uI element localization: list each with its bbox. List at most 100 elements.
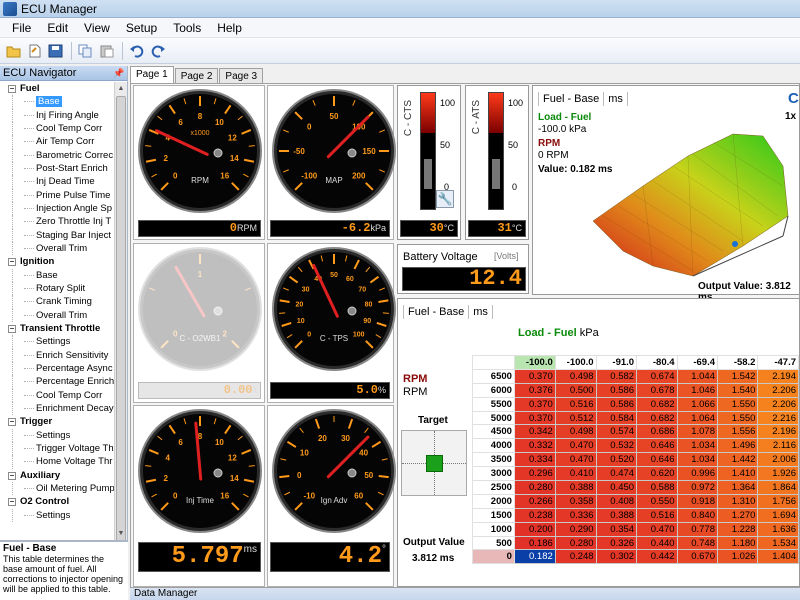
redo-icon[interactable] — [148, 41, 168, 61]
row-header[interactable]: 5500 — [472, 396, 515, 412]
table-cell[interactable]: 1.180 — [716, 535, 759, 551]
wrench-icon[interactable]: 🔧 — [436, 190, 454, 208]
open-folder-icon[interactable] — [4, 41, 24, 61]
table-cell[interactable]: 0.376 — [513, 382, 556, 398]
table-cell[interactable]: 0.440 — [636, 535, 678, 551]
table-cell[interactable]: 0.588 — [636, 480, 678, 495]
row-header[interactable]: 1000 — [472, 521, 515, 537]
fuel-base-table[interactable]: -100.0 -100.0 -91.0 -80.4 -69.4 -58.2 -47.7 650… — [472, 355, 799, 565]
graph-tab-ms[interactable]: ms — [604, 92, 628, 106]
table-cell[interactable]: 2.006 — [757, 452, 799, 468]
tree-item[interactable]: Percentage Enrichm — [0, 375, 114, 389]
tree-item[interactable]: Enrichment Decay — [0, 401, 114, 416]
table-cell[interactable]: 1.078 — [676, 424, 719, 440]
open-file-icon[interactable] — [25, 41, 45, 61]
row-header[interactable]: 3500 — [472, 452, 515, 468]
table-cell[interactable]: 0.332 — [513, 438, 556, 454]
table-cell[interactable]: 1.756 — [757, 493, 799, 509]
collapse-icon[interactable]: − — [8, 324, 16, 333]
table-cell[interactable]: 1.044 — [676, 368, 719, 384]
collapse-icon[interactable]: − — [8, 498, 16, 507]
tree-item[interactable]: Cool Temp Corr — [0, 121, 114, 136]
table-cell[interactable]: 0.646 — [636, 452, 678, 468]
tree-item[interactable]: Inj Dead Time — [0, 175, 114, 189]
graph-tab-fuel-base[interactable]: Fuel - Base — [539, 92, 605, 106]
tree-category[interactable]: − O2 Control — [0, 495, 114, 508]
table-cell[interactable]: 2.206 — [757, 396, 799, 412]
table-cell[interactable]: 2.206 — [757, 382, 799, 398]
column-header[interactable]: -69.4 — [676, 355, 719, 370]
data-manager-bar[interactable]: Data Manager — [130, 588, 800, 600]
column-header[interactable]: -80.4 — [636, 355, 678, 370]
table-cell[interactable]: 0.200 — [513, 521, 556, 537]
scroll-thumb[interactable] — [116, 96, 126, 566]
column-header[interactable]: -58.2 — [716, 355, 759, 370]
table-cell[interactable]: 1.556 — [716, 424, 759, 440]
scroll-down-icon[interactable]: ▼ — [115, 527, 127, 540]
table-cell[interactable]: 0.670 — [676, 549, 719, 565]
row-header[interactable]: 500 — [472, 535, 515, 551]
collapse-icon[interactable]: − — [8, 471, 16, 480]
table-cell[interactable]: 0.388 — [554, 480, 597, 495]
tree-item[interactable]: Trigger Voltage Th — [0, 441, 114, 456]
table-cell[interactable]: 0.532 — [595, 438, 638, 454]
table-cell[interactable]: 1.270 — [716, 507, 759, 523]
table-cell[interactable]: 0.470 — [554, 452, 597, 468]
collapse-icon[interactable]: − — [8, 258, 16, 267]
table-cell[interactable]: 0.686 — [636, 424, 678, 440]
row-header[interactable]: 1500 — [472, 507, 515, 523]
tree-item[interactable]: Zero Throttle Inj T — [0, 215, 114, 229]
tab-page-3[interactable]: Page 3 — [219, 68, 264, 84]
table-cell[interactable]: 0.296 — [513, 466, 556, 482]
tree-item[interactable]: Percentage Async — [0, 361, 114, 376]
menu-edit[interactable]: Edit — [39, 21, 76, 35]
table-cell[interactable]: 0.550 — [636, 493, 678, 509]
table-cell[interactable]: 0.442 — [636, 549, 678, 565]
table-cell[interactable]: 0.280 — [513, 480, 556, 495]
table-cell[interactable]: 1.034 — [676, 438, 719, 454]
table-cell[interactable]: 1.364 — [716, 480, 759, 495]
table-cell[interactable]: 0.498 — [554, 368, 597, 384]
copy-icon[interactable] — [76, 41, 96, 61]
table-cell[interactable]: 0.918 — [676, 493, 719, 509]
table-cell[interactable]: 0.450 — [595, 480, 638, 495]
tree-item[interactable]: Air Temp Corr — [0, 135, 114, 149]
tree-item[interactable]: Base — [0, 268, 114, 282]
table-cell[interactable]: 0.248 — [554, 549, 597, 565]
table-cell[interactable]: 0.186 — [513, 535, 556, 551]
column-header[interactable]: -100.0 — [554, 355, 597, 370]
table-cell[interactable]: 1.926 — [757, 466, 799, 482]
table-cell[interactable]: 0.370 — [513, 410, 556, 426]
tree-item[interactable]: Prime Pulse Time — [0, 188, 114, 202]
scroll-up-icon[interactable]: ▲ — [115, 82, 127, 95]
menu-view[interactable]: View — [76, 21, 118, 35]
table-cell[interactable]: 0.266 — [513, 493, 556, 509]
tree-category[interactable]: − Auxiliary — [0, 469, 114, 482]
table-cell[interactable]: 0.342 — [513, 424, 556, 440]
tree-item[interactable]: Rotary Split — [0, 281, 114, 296]
table-cell[interactable]: 0.238 — [513, 507, 556, 523]
row-header[interactable]: 5000 — [472, 410, 515, 426]
table-cell[interactable]: 0.498 — [554, 424, 597, 440]
table-cell[interactable]: 1.864 — [757, 480, 799, 495]
table-cell[interactable]: 1.046 — [676, 382, 719, 398]
tree-category[interactable]: − Trigger — [0, 415, 114, 428]
table-cell[interactable]: 0.512 — [554, 410, 597, 426]
table-cell[interactable]: 0.182 — [513, 549, 556, 565]
table-cell[interactable]: 1.066 — [676, 396, 719, 412]
table-cell[interactable]: 1.064 — [676, 410, 719, 426]
pin-icon[interactable]: 📌 — [113, 68, 124, 78]
table-cell[interactable]: 1.550 — [716, 410, 759, 426]
table-cell[interactable]: 1.540 — [716, 382, 759, 398]
table-cell[interactable]: 0.972 — [676, 480, 719, 495]
table-cell[interactable]: 0.474 — [595, 466, 638, 482]
tree-item[interactable]: Oil Metering Pump — [0, 481, 114, 496]
tree-category[interactable]: − Ignition — [0, 255, 114, 268]
table-cell[interactable]: 0.410 — [554, 466, 597, 482]
row-header[interactable]: 4000 — [472, 438, 515, 454]
table-cell[interactable]: 1.534 — [757, 535, 799, 551]
table-cell[interactable]: 1.496 — [716, 438, 759, 454]
table-cell[interactable]: 0.370 — [513, 396, 556, 412]
row-header[interactable]: 6000 — [472, 382, 515, 398]
table-cell[interactable]: 0.620 — [636, 466, 678, 482]
